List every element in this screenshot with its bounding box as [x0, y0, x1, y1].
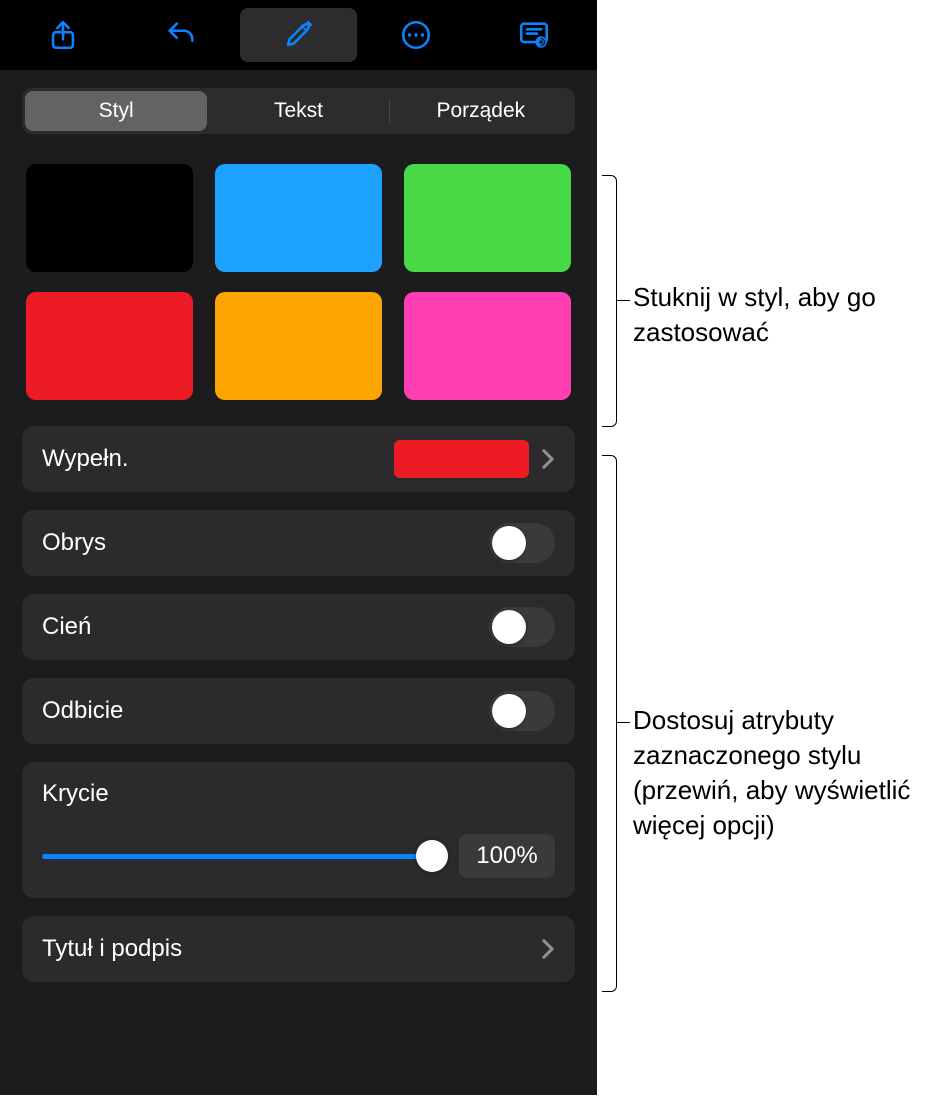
shadow-label: Cień	[42, 613, 489, 641]
style-swatch[interactable]	[26, 164, 193, 272]
opacity-row: Krycie 100%	[22, 762, 575, 898]
callout-bracket	[602, 175, 617, 427]
border-row[interactable]: Obrys	[22, 510, 575, 576]
title-caption-row[interactable]: Tytuł i podpis	[22, 916, 575, 982]
format-panel-device: Styl Tekst Porządek Wypełn.	[0, 0, 597, 1095]
tab-label: Tekst	[274, 99, 323, 123]
reflection-switch[interactable]	[489, 691, 555, 731]
tab-style[interactable]: Styl	[25, 91, 207, 131]
callout-text: Stuknij w styl, aby go zastosować	[633, 280, 923, 350]
chevron-right-icon	[541, 938, 555, 960]
tab-text[interactable]: Tekst	[207, 91, 389, 131]
format-tabs: Styl Tekst Porządek	[22, 88, 575, 134]
style-swatch[interactable]	[215, 164, 382, 272]
style-swatch[interactable]	[404, 292, 571, 400]
border-switch[interactable]	[489, 523, 555, 563]
opacity-value[interactable]: 100%	[459, 834, 555, 878]
callout-leader	[616, 300, 630, 301]
opacity-label: Krycie	[42, 780, 555, 808]
switch-knob	[492, 526, 526, 560]
top-toolbar	[0, 0, 597, 70]
fill-row[interactable]: Wypełn.	[22, 426, 575, 492]
share-icon[interactable]	[4, 8, 122, 62]
style-swatch[interactable]	[26, 292, 193, 400]
slider-knob[interactable]	[416, 840, 448, 872]
style-swatch[interactable]	[215, 292, 382, 400]
tab-label: Porządek	[436, 99, 525, 123]
shadow-switch[interactable]	[489, 607, 555, 647]
reflection-row[interactable]: Odbicie	[22, 678, 575, 744]
border-label: Obrys	[42, 529, 489, 557]
fill-label: Wypełn.	[42, 445, 394, 473]
switch-knob	[492, 610, 526, 644]
presenter-icon[interactable]	[475, 8, 593, 62]
more-icon[interactable]	[357, 8, 475, 62]
undo-icon[interactable]	[122, 8, 240, 62]
opacity-controls: 100%	[42, 834, 555, 878]
opacity-slider[interactable]	[42, 844, 445, 868]
title-caption-label: Tytuł i podpis	[42, 935, 529, 963]
switch-knob	[492, 694, 526, 728]
style-swatch-grid	[22, 164, 575, 400]
format-panel: Styl Tekst Porządek Wypełn.	[0, 70, 597, 1095]
callout-text: Dostosuj atrybuty zaznaczonego stylu (pr…	[633, 703, 938, 843]
slider-track	[42, 854, 445, 859]
style-attribute-rows: Wypełn. Obrys Cień Odbicie	[22, 426, 575, 982]
style-swatch[interactable]	[404, 164, 571, 272]
tab-arrange[interactable]: Porządek	[390, 91, 572, 131]
chevron-right-icon	[541, 448, 555, 470]
tab-label: Styl	[99, 99, 134, 123]
callout-bracket	[602, 455, 617, 992]
fill-preview	[394, 440, 529, 478]
shadow-row[interactable]: Cień	[22, 594, 575, 660]
format-icon[interactable]	[240, 8, 358, 62]
callout-leader	[616, 722, 630, 723]
reflection-label: Odbicie	[42, 697, 489, 725]
